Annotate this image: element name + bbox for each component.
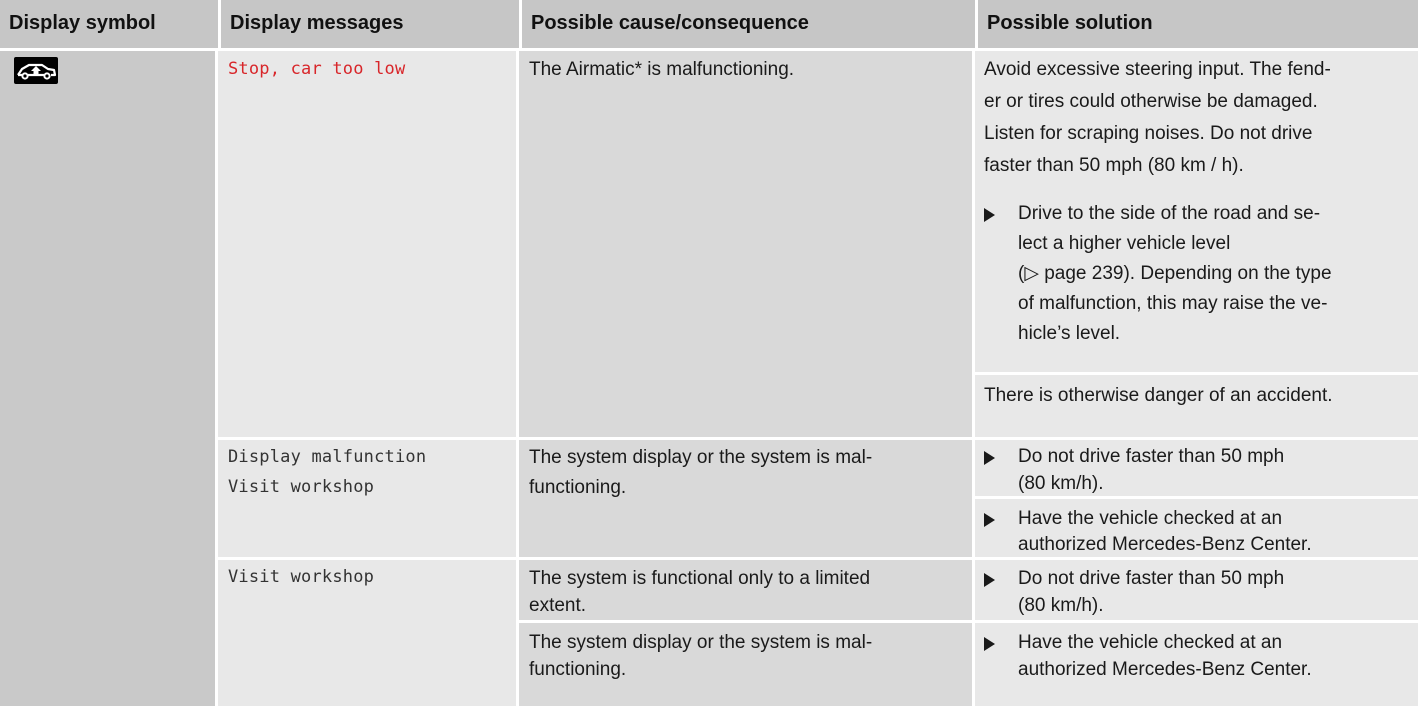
separator	[975, 372, 1418, 375]
solution-bullet-line: (▷ page 239). Depending on the type	[1018, 263, 1332, 284]
solution-bullet-line: Do not drive faster than 50 mph	[1018, 568, 1285, 589]
solution-bullet-line: Have the vehicle checked at an	[1018, 632, 1283, 653]
row1-message-cell	[218, 51, 516, 437]
solution-bullet-line: Drive to the side of the road and se-	[1018, 203, 1321, 224]
bullet-arrow-icon	[984, 451, 995, 465]
solution-line: faster than 50 mph (80 km / h).	[984, 155, 1244, 176]
header-display-symbol: Display symbol	[9, 12, 156, 34]
table-header: Display symbol Display messages Possible…	[0, 0, 1418, 48]
manual-page: Display symbol Display messages Possible…	[0, 0, 1418, 706]
cause-line: The system is functional only to a limit…	[529, 568, 871, 589]
bullet-arrow-icon	[984, 513, 995, 527]
cause-text: The Airmatic* is malfunctioning.	[529, 59, 795, 80]
solution-line: er or tires could otherwise be damaged.	[984, 91, 1318, 112]
car-level-raise-icon	[14, 57, 58, 84]
header-display-messages: Display messages	[218, 0, 520, 48]
message-visit-workshop: Visit workshop	[228, 477, 375, 497]
solution-outro: There is otherwise danger of an accident…	[984, 385, 1333, 406]
solution-bullet-line: lect a higher vehicle level	[1018, 233, 1231, 254]
cause-line: functioning.	[529, 477, 627, 498]
message-visit-workshop: Visit workshop	[228, 567, 375, 587]
solution-bullet-line: hicle’s level.	[1018, 323, 1121, 344]
symbol-column	[0, 51, 215, 706]
solution-bullet-line: (80 km/h).	[1018, 595, 1104, 616]
cause-line: functioning.	[529, 659, 627, 680]
bullet-arrow-icon	[984, 637, 995, 651]
separator	[519, 620, 1418, 623]
solution-bullet-line: authorized Mercedes-Benz Center.	[1018, 659, 1312, 680]
solution-bullet-line: (80 km/h).	[1018, 473, 1104, 494]
cause-line: extent.	[529, 595, 587, 616]
bullet-arrow-icon	[984, 573, 995, 587]
header-possible-cause: Possible cause/consequence	[519, 0, 971, 48]
solution-bullet-line: of malfunction, this may raise the ve-	[1018, 293, 1328, 314]
cause-line: The system display or the system is mal-	[529, 632, 873, 653]
message-stop-car-too-low: Stop, car too low	[228, 59, 406, 79]
solution-bullet-line: Do not drive faster than 50 mph	[1018, 446, 1285, 467]
solution-line: Listen for scraping noises. Do not drive	[984, 123, 1313, 144]
row1-cause-cell	[519, 51, 972, 437]
solution-line: Avoid excessive steering input. The fend…	[984, 59, 1331, 80]
solution-bullet-line: authorized Mercedes-Benz Center.	[1018, 534, 1312, 555]
cause-line: The system display or the system is mal-	[529, 447, 873, 468]
bullet-arrow-icon	[984, 208, 995, 222]
message-display-malfunction: Display malfunction	[228, 447, 427, 467]
solution-bullet-line: Have the vehicle checked at an	[1018, 508, 1283, 529]
header-possible-solution: Possible solution	[975, 0, 1418, 48]
